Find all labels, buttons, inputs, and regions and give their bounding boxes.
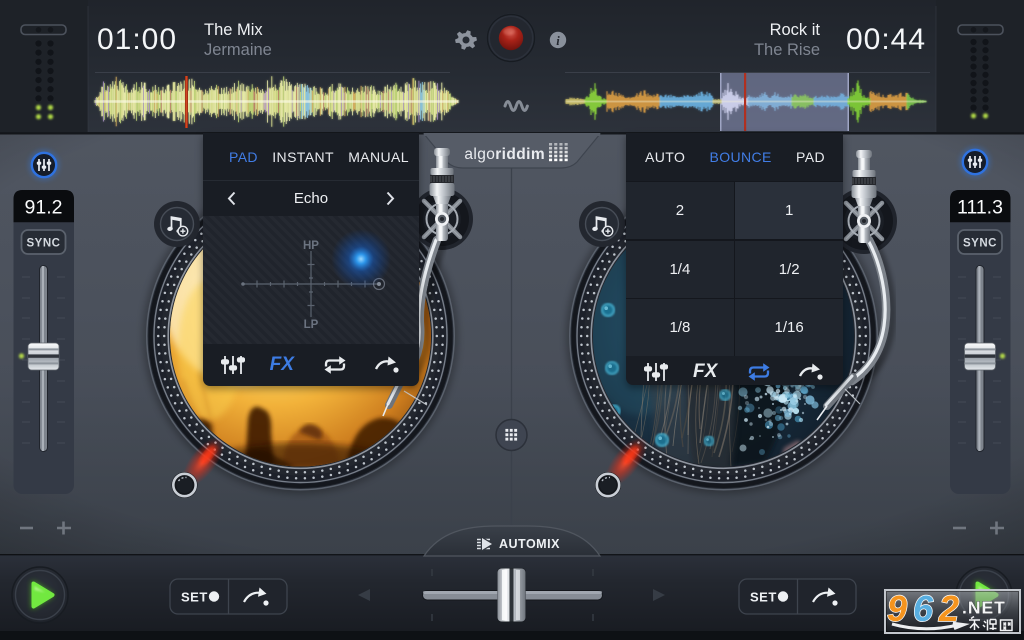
svg-text:SET: SET: [750, 590, 777, 605]
svg-text:HP: HP: [303, 240, 319, 252]
svg-text:00:44: 00:44: [846, 23, 926, 56]
svg-text:The Mix: The Mix: [204, 21, 263, 39]
svg-text:The Rise: The Rise: [754, 41, 820, 59]
svg-text:9: 9: [887, 591, 907, 629]
svg-text:LP: LP: [304, 319, 319, 331]
svg-text:AUTOMIX: AUTOMIX: [499, 537, 560, 551]
svg-text:i: i: [556, 34, 560, 48]
svg-text:SYNC: SYNC: [963, 238, 997, 250]
svg-text:SET: SET: [181, 590, 208, 605]
svg-text:Rock it: Rock it: [770, 21, 821, 39]
svg-text:91.2: 91.2: [25, 197, 63, 219]
svg-text:.NET: .NET: [962, 598, 1006, 618]
svg-text:111.3: 111.3: [957, 197, 1003, 219]
svg-text:Jermaine: Jermaine: [204, 41, 272, 59]
svg-text:SYNC: SYNC: [27, 238, 61, 250]
svg-text:01:00: 01:00: [97, 23, 177, 56]
svg-text:6: 6: [913, 591, 934, 629]
